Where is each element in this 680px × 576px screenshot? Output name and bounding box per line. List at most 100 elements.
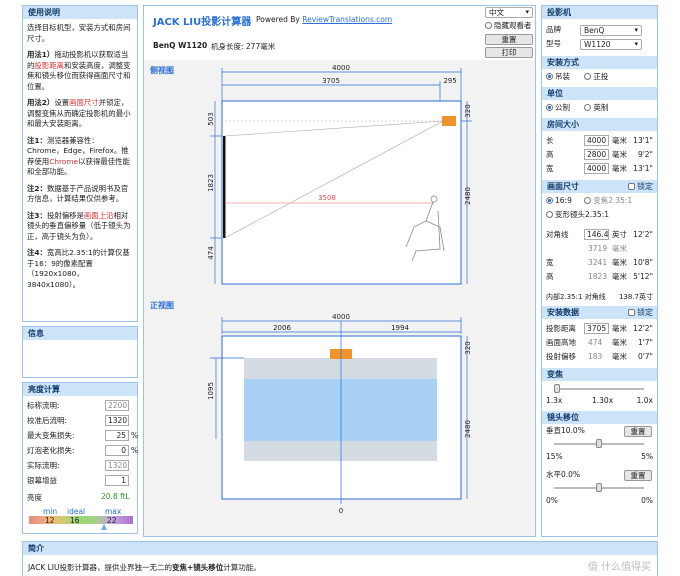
side-room [221, 100, 462, 285]
zoom-slider-track[interactable] [554, 384, 644, 393]
intro-title: 简介 [23, 542, 657, 555]
vertical-slider-track[interactable] [554, 439, 644, 448]
side-view: 4000 3705 295 503 1823 474 3508 320 2480 [207, 64, 472, 285]
reset-button[interactable]: 重置 [485, 34, 533, 45]
room-size-input[interactable]: 4000 [584, 135, 609, 146]
front-screen-image [244, 379, 437, 441]
ratio-anamorphic-radio[interactable]: 变形镜头2.35:1 [546, 210, 609, 219]
side-dim-total: 4000 [332, 64, 350, 72]
zoom-labels: 1.3x 1.30x 1.0x [546, 396, 653, 405]
ratio-zoom-235-radio[interactable]: 变焦2.35:1 [584, 196, 632, 205]
shift-section-title: 镜头移位 [542, 411, 657, 424]
mount-ceiling-radio[interactable]: 吊装 [546, 72, 570, 81]
side-dim-room: 2480 [464, 187, 472, 205]
install-section-title: 安装数据 锁定 [542, 306, 657, 319]
horizontal-reset-button[interactable]: 重置 [624, 470, 652, 481]
usage-note1: 注1：测览器兼容性：Chrome，Edge，Firefox。推荐使用Chrome… [27, 135, 130, 177]
install-value: 183 [588, 352, 603, 361]
unit-imperial-radio[interactable]: 英制 [584, 103, 608, 112]
usage-method2: 用法2）设置画面尺寸并锁定，调整变焦从而确定投影机的最小和最大安装距离。 [27, 98, 131, 128]
diagonal-input[interactable]: 146.4 [584, 229, 609, 240]
scale-ideal-label: ideal [67, 507, 86, 516]
zoom-slider-knob[interactable] [554, 384, 560, 393]
side-dim-bottom: 474 [207, 246, 215, 260]
side-dim-view: 3508 [318, 194, 336, 202]
usage-panel: 使用说明 选择目标机型，安装方式和房间尺寸。 用法1）拖动投影机以获取适当的投影… [22, 5, 138, 322]
brightness-input[interactable]: 0 [105, 445, 129, 456]
projector-section-title: 投影机 [542, 6, 657, 19]
unit-options: 公制 英制 [546, 101, 653, 115]
powered-link[interactable]: ReviewTranslations.com [302, 15, 392, 24]
brightness-input[interactable]: 25 [105, 430, 129, 441]
install-data-row: 投射偏移 183 毫米 0'7" [546, 350, 653, 364]
install-value: 474 [588, 338, 603, 347]
unit-section-title: 单位 [542, 87, 657, 100]
vertical-slider-knob[interactable] [596, 439, 602, 448]
usage-note3: 注3：投射偏移是画面上沿相对镜头的垂直偏移量（低于镜头为正，高于镜头为负）。 [27, 210, 131, 241]
scale-max-value: 22 [107, 516, 117, 525]
diag-row: 对角线 146.4 英寸 12'2" [546, 229, 653, 240]
screen-section-title: 画面尺寸 锁定 [542, 180, 657, 193]
right-panel: 投影机 品牌 BenQ 型号 W1120 安装方式 吊装 正投 单位 公制 英制… [541, 5, 658, 537]
horizontal-range: 0% 0% [546, 496, 653, 505]
side-dim-dist: 3705 [322, 77, 340, 85]
side-dim-top: 503 [207, 112, 215, 125]
lens-length: 机身长度: 277毫米 [211, 42, 276, 51]
brightness-input[interactable]: 1320 [105, 460, 129, 471]
front-dim-total: 4000 [332, 313, 350, 321]
brightness-row: 标称流明: 2200 [27, 400, 129, 411]
brightness-row: 银幕增益 1 [27, 474, 133, 488]
ratio-row-1: 16:9 变焦2.35:1 [546, 194, 653, 208]
front-dim-zero: 0 [339, 507, 343, 515]
mount-section-title: 安装方式 [542, 56, 657, 69]
model-select[interactable]: W1120 [580, 39, 642, 50]
horizontal-slider-knob[interactable] [596, 483, 602, 492]
vertical-range: 15% 5% [546, 452, 653, 461]
front-dim-left: 2006 [273, 324, 291, 332]
hide-viewer-radio[interactable] [485, 22, 492, 29]
front-dim-right: 1994 [391, 324, 409, 332]
print-button[interactable]: 打印 [485, 47, 533, 58]
brightness-scale: min ideal max 12 16 22 [29, 507, 133, 531]
install-data-row: 画面高地 474 毫米 1'7" [546, 336, 653, 350]
mount-front-radio[interactable]: 正投 [584, 72, 608, 81]
screen-lock-toggle[interactable]: 锁定 [628, 182, 653, 191]
usage-note2: 注2：数据基于产品说明书及官方信息，计算结果仅供参考。 [27, 183, 129, 204]
scale-min-label: min [43, 507, 58, 516]
brightness-input[interactable]: 2200 [105, 400, 129, 411]
language-select[interactable]: 中文 [485, 7, 533, 18]
install-input[interactable]: 3705 [584, 323, 609, 334]
brightness-row: 校准后流明: 1320 [27, 415, 129, 426]
brand-select[interactable]: BenQ [580, 25, 642, 36]
brightness-row: 最大变焦损失: 25% [27, 430, 139, 441]
unit-metric-radio[interactable]: 公制 [546, 103, 570, 112]
hide-viewer-toggle[interactable]: 隐藏观看者 [485, 20, 532, 31]
intro-panel: 简介 JACK LIU投影计算器，提供业界独一无二的变焦+镜头移位计算功能。 值… [22, 541, 658, 576]
front-view: 4000 2006 1994 1095 320 2480 0 [207, 313, 472, 515]
intro-text: JACK LIU投影计算器，提供业界独一无二的变焦+镜头移位计算功能。 [28, 563, 261, 572]
front-dim-left-h: 1095 [207, 382, 215, 400]
brightness-input[interactable]: 1 [105, 475, 129, 486]
brightness-label: 亮度 [27, 493, 42, 502]
watermark: 值 什么值得买 [587, 562, 651, 573]
diag-mm-row: 3719 毫米 [588, 244, 627, 253]
powered-by: Powered By ReviewTranslations.com [256, 15, 393, 24]
scale-max-label: max [105, 507, 122, 516]
side-dim-screen: 1823 [207, 174, 215, 192]
brightness-input[interactable]: 1320 [105, 415, 129, 426]
install-data-row: 投影距离 3705 毫米 12'2" [546, 323, 653, 334]
install-lock-toggle[interactable]: 锁定 [628, 308, 653, 317]
room-size-row: 高 2800 毫米 9'2" [546, 149, 653, 160]
room-size-input[interactable]: 4000 [584, 163, 609, 174]
ratio-row-2: 变形镜头2.35:1 [546, 208, 653, 222]
horizontal-slider-track[interactable] [554, 483, 644, 492]
ratio-16-9-radio[interactable]: 16:9 [546, 196, 572, 205]
width-row: 宽 3241 毫米 10'8" [546, 258, 653, 267]
vertical-reset-button[interactable]: 重置 [624, 426, 652, 437]
diagram-canvas: 4000 3705 295 503 1823 474 3508 320 2480… [207, 64, 472, 515]
inner-diag-row: 内部2.35:1 对角线 138.7英寸 [546, 293, 653, 301]
mount-options: 吊装 正投 [546, 70, 653, 84]
room-size-input[interactable]: 2800 [584, 149, 609, 160]
side-screen [223, 136, 226, 238]
brightness-value: 20.8 ftL [101, 492, 130, 501]
